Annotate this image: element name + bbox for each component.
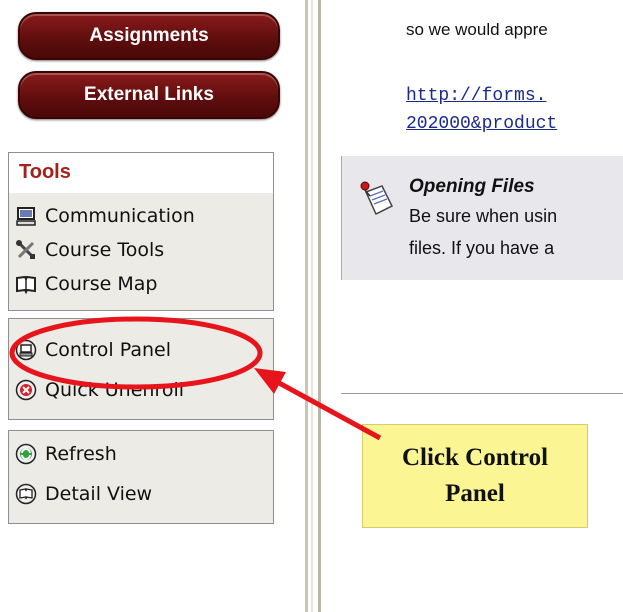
- content-text-line: so we would appre: [406, 20, 548, 39]
- control-panel-icon: [15, 339, 37, 361]
- form-link-line-1[interactable]: http://forms.: [406, 86, 546, 106]
- control-panel-link[interactable]: Control Panel: [15, 339, 171, 361]
- detail-view-link[interactable]: Detail View: [15, 483, 152, 505]
- tools-title: Tools: [19, 161, 71, 183]
- unenroll-icon: [15, 379, 37, 401]
- tools-icon: [16, 240, 35, 259]
- click-control-panel-callout: Click Control Panel: [362, 424, 588, 528]
- opening-files-text-2: files. If you have a: [409, 238, 555, 258]
- frame-divider-highlight: [311, 0, 313, 612]
- computer-icon: [16, 207, 36, 226]
- tools-panel: Tools Communication Course Tools Course …: [8, 152, 274, 311]
- refresh-link[interactable]: Refresh: [15, 443, 117, 465]
- quick-unenroll-label: Quick Unenroll: [45, 379, 185, 401]
- external-links-button[interactable]: External Links: [18, 71, 280, 119]
- callout-line-1: Click Control: [401, 444, 549, 471]
- communication-link[interactable]: Communication: [15, 205, 195, 227]
- quick-unenroll-link[interactable]: Quick Unenroll: [15, 379, 184, 401]
- control-panel-label: Control Panel: [45, 339, 171, 361]
- control-panel-box: Control Panel Quick Unenroll: [8, 318, 274, 420]
- course-tools-label: Course Tools: [45, 239, 165, 261]
- tools-header: Tools: [9, 153, 273, 193]
- detail-view-label: Detail View: [45, 483, 153, 505]
- frame-divider[interactable]: [305, 0, 308, 612]
- opening-files-title: Opening Files: [409, 176, 535, 197]
- refresh-icon: [15, 443, 37, 465]
- left-navigation-pane: Assignments External Links Tools Communi…: [0, 0, 305, 612]
- form-link-line-2[interactable]: 202000&product: [406, 114, 557, 134]
- refresh-label: Refresh: [45, 443, 117, 465]
- note-pin-icon: [360, 181, 394, 216]
- callout-line-2: Panel: [445, 480, 505, 507]
- detail-view-icon: [15, 483, 37, 505]
- opening-files-notice: Opening Files Be sure when usin files. I…: [341, 156, 623, 280]
- course-tools-link[interactable]: Course Tools: [15, 239, 164, 261]
- course-map-link[interactable]: Course Map: [15, 273, 157, 295]
- view-options-box: Refresh Detail View: [8, 430, 274, 524]
- communication-label: Communication: [45, 205, 195, 227]
- assignments-button[interactable]: Assignments: [18, 12, 280, 60]
- opening-files-text-1: Be sure when usin: [409, 206, 558, 226]
- content-separator: [341, 393, 623, 394]
- book-icon: [16, 275, 36, 295]
- course-map-label: Course Map: [45, 273, 158, 295]
